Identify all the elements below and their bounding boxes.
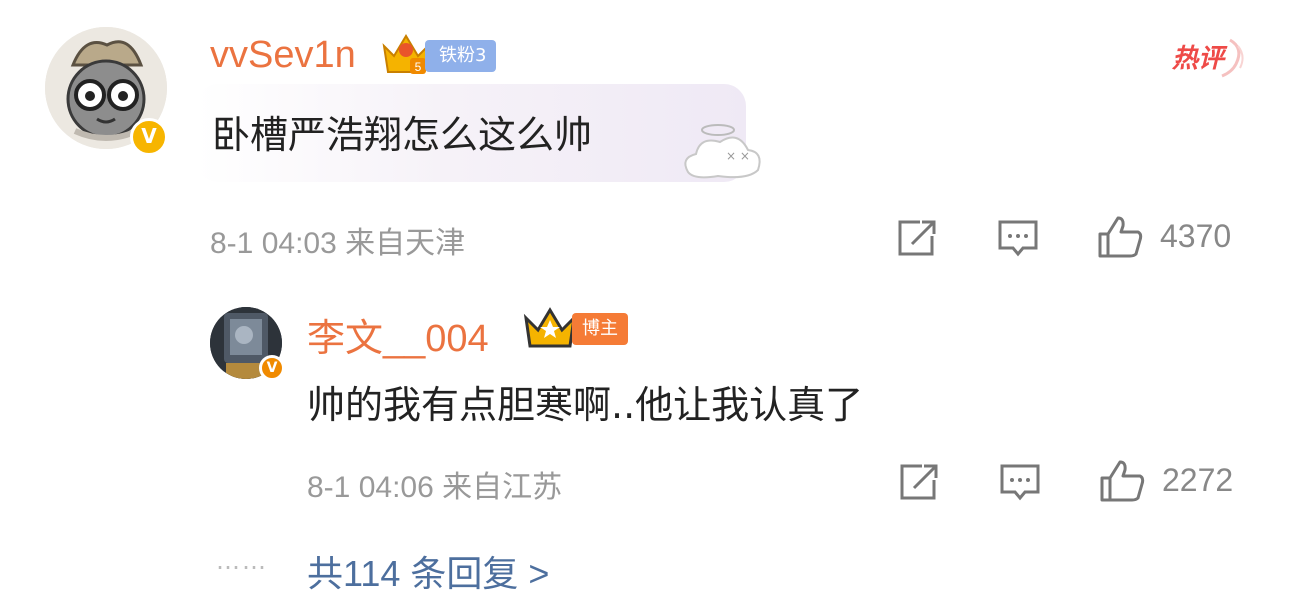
fan-badge[interactable]: 铁粉3 xyxy=(425,40,497,72)
cloud-decoration-icon: × × xyxy=(684,124,761,179)
repost-icon[interactable] xyxy=(894,218,938,258)
repost-icon[interactable] xyxy=(896,462,940,502)
comment-meta: 8-1 04:03 来自天津 xyxy=(210,218,465,262)
like-icon[interactable] xyxy=(1098,458,1146,504)
blogger-badge: 博主 xyxy=(572,313,628,345)
more-replies-link[interactable]: 共114 条回复 > xyxy=(307,545,549,597)
crown-level: 5 xyxy=(415,60,422,74)
reply-username[interactable]: 李文__004 xyxy=(307,307,489,362)
comment-icon[interactable] xyxy=(996,218,1040,260)
comment-location: 来自天津 xyxy=(345,227,466,260)
reply-time: 8-1 04:06 xyxy=(307,471,434,504)
verified-icon: V xyxy=(130,118,168,156)
like-count: 4370 xyxy=(1160,218,1232,254)
crown-icon xyxy=(523,307,577,348)
more-replies-dots: …… xyxy=(216,547,268,575)
reply-location: 来自江苏 xyxy=(442,471,563,504)
comment-text: 卧槽严浩翔怎么这么帅 xyxy=(212,113,593,157)
reply-text: 帅的我有点胆寒啊..他让我认真了 xyxy=(307,383,864,427)
verified-icon: V xyxy=(259,355,285,381)
svg-text:× ×: × × xyxy=(726,149,750,163)
like-icon[interactable] xyxy=(1096,214,1144,260)
reply-like-count: 2272 xyxy=(1162,462,1234,498)
comment-icon[interactable] xyxy=(998,462,1042,504)
hot-tag-icon xyxy=(1221,38,1244,78)
username[interactable]: vvSev1n xyxy=(210,34,356,77)
reply-meta: 8-1 04:06 来自江苏 xyxy=(307,462,562,506)
comment-time: 8-1 04:03 xyxy=(210,227,337,260)
